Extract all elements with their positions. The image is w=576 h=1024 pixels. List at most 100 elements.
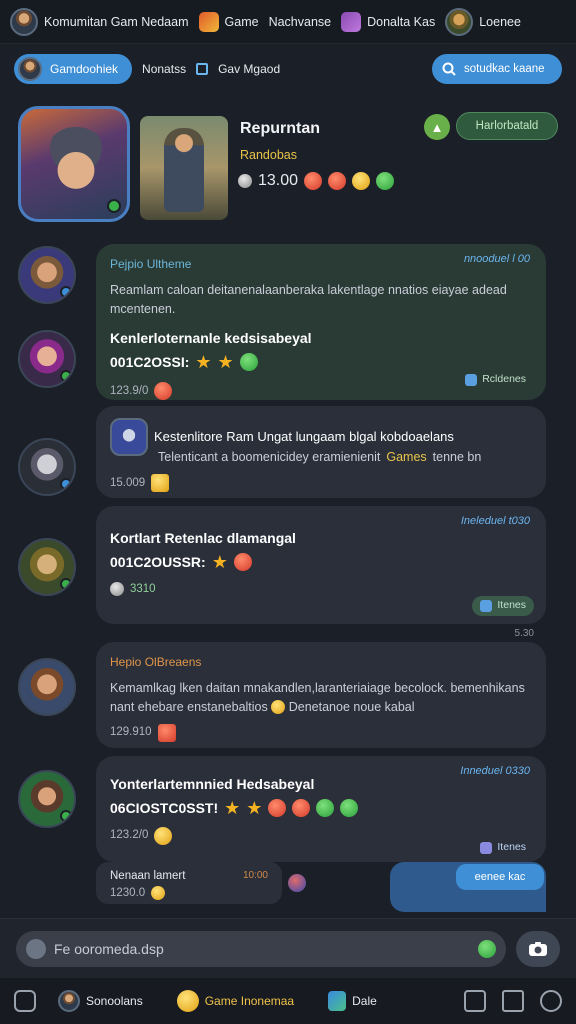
message-bubble[interactable]: Kestenlitore Ram Ungat lungaam blgal kob… xyxy=(96,406,546,498)
message-bubble[interactable]: Inneduel 0330 Yonterlartemnnied Hedsabey… xyxy=(96,756,546,862)
message-sender: Hepio OlBreaens xyxy=(110,655,202,669)
bottom-nav: Sonoolans Game Inonemaa Dale xyxy=(0,978,576,1024)
image-icon xyxy=(480,842,493,854)
crown-icon[interactable] xyxy=(352,172,371,190)
ball-icon xyxy=(110,581,124,596)
reaction-count: 3310 xyxy=(130,582,156,595)
message-input[interactable]: Fe ooromeda.dsp xyxy=(16,930,506,967)
smile-emoji-icon xyxy=(271,700,286,715)
reaction-emoji-icon[interactable] xyxy=(151,474,170,493)
camera-icon xyxy=(529,941,547,956)
nav-game-home[interactable]: Game Inonemaa xyxy=(176,990,295,1012)
tag-badge[interactable]: Itenes xyxy=(472,838,534,858)
score-row: 06CIOSTC0SST! ★ ★ xyxy=(110,798,532,818)
profile-avatar[interactable] xyxy=(445,7,474,36)
reaction-emoji-icon[interactable] xyxy=(154,382,173,401)
nav-profile-label: Loenee xyxy=(479,14,521,29)
nav-home[interactable] xyxy=(14,990,36,1012)
attach-icon[interactable] xyxy=(26,938,46,959)
angry-emoji-icon[interactable] xyxy=(304,172,323,190)
nav-profile[interactable]: Loenee xyxy=(445,7,521,36)
nav-news[interactable]: Nachvanse xyxy=(269,15,332,29)
star-icon: ★ xyxy=(217,352,234,373)
score-value: 001C2OUSSR: xyxy=(110,554,206,571)
hero-card: Repurntan Randobas 13.00 ▲ Harlorbatald xyxy=(18,106,558,226)
hero-count: 13.00 xyxy=(258,172,299,189)
avatar[interactable] xyxy=(18,770,76,828)
highlight-text[interactable]: Games xyxy=(386,448,426,466)
star-icon: ★ xyxy=(211,552,228,573)
tab-active[interactable]: Gamdoohiek xyxy=(14,54,133,84)
search-icon xyxy=(442,62,456,76)
message-composer: Fe ooromeda.dsp xyxy=(0,918,576,978)
nav-game[interactable]: Game xyxy=(198,11,259,32)
subbar-label[interactable]: Nonatss xyxy=(142,62,186,76)
like-icon[interactable]: ▲ xyxy=(424,114,450,140)
nav-donate[interactable]: Donalta Kas xyxy=(341,11,435,32)
subbar-label-2[interactable]: Gav Mgaod xyxy=(218,62,280,76)
status-badge[interactable]: Harlorbatald xyxy=(456,112,558,140)
avatar[interactable] xyxy=(18,246,76,304)
sticker-icon[interactable] xyxy=(478,939,496,958)
status-dot-icon xyxy=(60,578,72,590)
message-text: Telenticant a boomenicidey eramienienit xyxy=(158,450,381,464)
image-icon xyxy=(480,600,493,612)
nav-dale[interactable]: Dale xyxy=(328,991,377,1011)
community-header[interactable]: Komumitan Gam Nedaam xyxy=(10,7,189,36)
app-title: Komumitan Gam Nedaam xyxy=(44,14,189,29)
side-time: 5.30 xyxy=(514,628,534,639)
avatar[interactable] xyxy=(18,438,76,496)
tag-badge[interactable]: Itenes xyxy=(472,596,534,616)
nav-dale-label: Dale xyxy=(352,994,377,1008)
star-icon: ★ xyxy=(246,798,263,819)
sender-mini-avatar xyxy=(110,418,148,456)
message-footer: 15.009 xyxy=(110,474,532,493)
bookmark-icon[interactable] xyxy=(502,990,524,1012)
hero-title: Repurntan xyxy=(240,120,320,137)
nav-social[interactable]: Sonoolans xyxy=(58,990,143,1012)
reply-text: eenee kac xyxy=(474,871,526,883)
message-head-row: Nenaan lamert 10:00 xyxy=(110,868,268,885)
search-button[interactable]: sotudkac kaane xyxy=(432,54,562,84)
reaction-emoji-icon[interactable] xyxy=(157,723,176,742)
reaction-count: 123.9/0 xyxy=(110,384,149,397)
green-emoji-icon[interactable] xyxy=(376,172,395,190)
message-bubble[interactable]: Hepio OlBreaens Kemamlkag lken daitan mn… xyxy=(96,642,546,748)
message-bubble[interactable]: Ineleduel t030 Kortlart Retenlac dlamang… xyxy=(96,506,546,624)
message-text: Reamlam caloan deitanenalaanberaka laken… xyxy=(110,283,507,316)
tag-badge[interactable]: Rcldenes xyxy=(457,370,534,390)
tab-active-label: Gamdoohiek xyxy=(50,62,119,76)
message-footer: 3310 xyxy=(110,581,532,598)
nav-social-label: Sonoolans xyxy=(86,994,143,1008)
red-emoji-icon xyxy=(233,553,252,572)
nav-game-home-label: Game Inonemaa xyxy=(204,994,295,1008)
search-icon[interactable] xyxy=(540,990,562,1012)
reply-bubble[interactable]: eenee kac xyxy=(390,862,546,912)
reaction-count: 1230.0 xyxy=(110,886,146,899)
message-bubble[interactable]: Pejpio Ultheme nnooduel l 00 Reamlam cal… xyxy=(96,244,546,401)
notification-icon[interactable] xyxy=(464,990,486,1012)
green-emoji-icon xyxy=(316,799,335,818)
hero-character-image[interactable] xyxy=(140,116,228,220)
green-emoji-icon xyxy=(239,353,258,372)
message-footer: 123.2/0 xyxy=(110,826,532,845)
avatar[interactable] xyxy=(18,658,76,716)
game-coin-icon xyxy=(176,990,199,1012)
message-bubble[interactable]: Nenaan lamert 10:00 1230.0 xyxy=(96,862,282,904)
search-label: sotudkac kaane xyxy=(464,63,545,75)
hero-avatar[interactable] xyxy=(18,106,130,222)
book-icon xyxy=(328,991,347,1011)
camera-button[interactable] xyxy=(516,930,560,967)
reaction-emoji-icon[interactable] xyxy=(154,826,173,845)
user-avatar[interactable] xyxy=(10,7,38,36)
message-time: Ineleduel t030 xyxy=(460,515,530,527)
message-footer: 129.910 xyxy=(110,723,532,742)
avatar[interactable] xyxy=(18,538,76,596)
globe-icon[interactable] xyxy=(288,874,306,892)
laugh-emoji-icon[interactable] xyxy=(328,172,347,190)
message-time: nnooduel l 00 xyxy=(463,253,530,265)
reaction-emoji-icon[interactable] xyxy=(151,886,166,900)
avatar[interactable] xyxy=(18,330,76,388)
tag-label: Rcldenes xyxy=(482,373,526,386)
message-sender: Kestenlitore Ram Ungat lungaam blgal kob… xyxy=(154,428,454,444)
